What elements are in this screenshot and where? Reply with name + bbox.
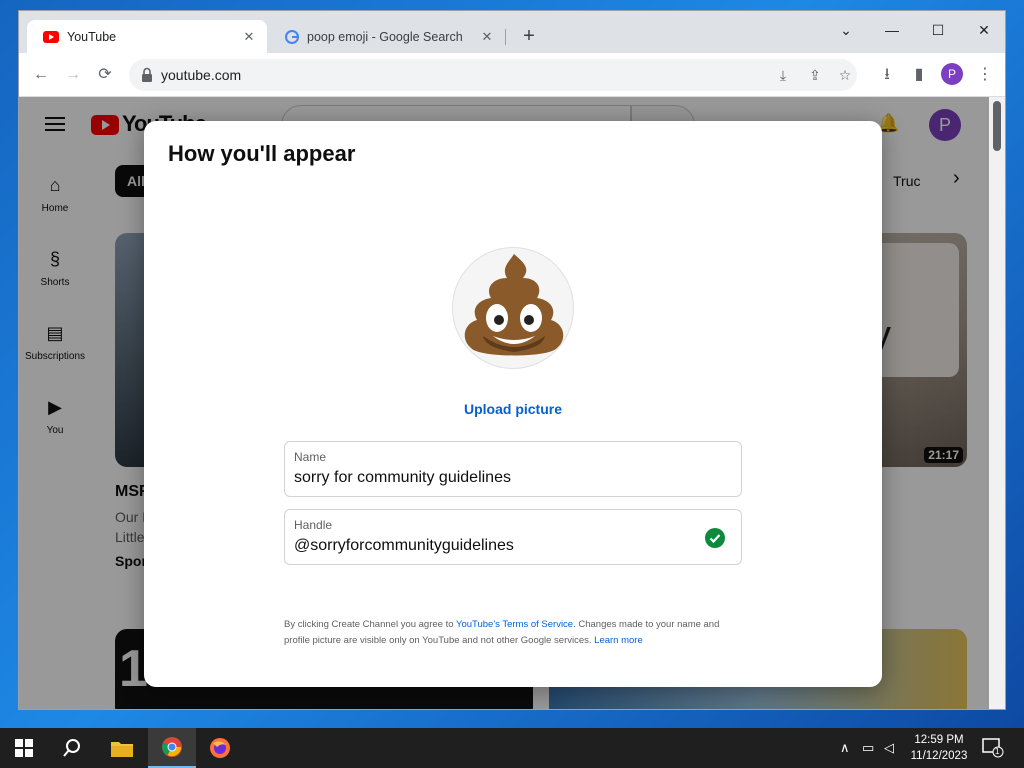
back-arrow-icon[interactable]: ←: [29, 63, 53, 87]
side-panel-icon[interactable]: ▮: [907, 63, 931, 87]
start-button[interactable]: [0, 728, 48, 768]
clock-date: 11/12/2023: [910, 750, 968, 762]
forward-arrow-icon[interactable]: →: [61, 63, 85, 87]
action-center-button[interactable]: 1: [982, 738, 1004, 758]
tab-title: YouTube: [67, 29, 117, 44]
name-field-value: sorry for community guidelines: [294, 469, 511, 486]
tab-google-search[interactable]: poop emoji - Google Search ✕: [269, 20, 505, 53]
create-channel-dialog: How you'll appear Upload picture Name so…: [144, 121, 882, 687]
downloads-icon[interactable]: ⭳: [875, 63, 899, 87]
address-bar[interactable]: youtube.com ⤓ ⇪ ☆: [129, 59, 857, 91]
tab-strip: YouTube ✕ poop emoji - Google Search ✕ +…: [19, 11, 1005, 53]
poop-emoji-avatar-icon: [464, 254, 564, 356]
tab-youtube[interactable]: YouTube ✕: [27, 20, 267, 53]
name-field[interactable]: Name sorry for community guidelines: [284, 441, 742, 497]
address-text: youtube.com: [161, 67, 242, 83]
chevron-up-icon[interactable]: ∧: [840, 740, 850, 756]
page-scrollbar[interactable]: [989, 97, 1005, 709]
tab-close-icon[interactable]: ✕: [241, 29, 257, 45]
maximize-button[interactable]: ☐: [915, 17, 961, 45]
learn-more-link[interactable]: Learn more: [594, 635, 643, 646]
name-field-label: Name: [294, 450, 327, 464]
browser-window: YouTube ✕ poop emoji - Google Search ✕ +…: [18, 10, 1006, 710]
file-explorer-button[interactable]: [98, 728, 146, 768]
volume-muted-icon[interactable]: ◁: [884, 740, 894, 756]
browser-profile-avatar[interactable]: P: [941, 63, 963, 85]
new-tab-button[interactable]: +: [517, 25, 541, 49]
chrome-taskbar-button[interactable]: [148, 728, 196, 768]
network-icon[interactable]: ▭: [862, 740, 874, 756]
scrollbar-thumb[interactable]: [993, 101, 1001, 151]
terms-notice: By clicking Create Channel you agree to …: [284, 619, 720, 646]
notification-count: 1: [995, 747, 1000, 756]
windows-logo-icon: [15, 739, 33, 757]
bookmark-star-icon[interactable]: ☆: [833, 63, 857, 87]
search-button[interactable]: [48, 728, 96, 768]
reload-icon[interactable]: ⟳: [93, 63, 117, 87]
system-clock[interactable]: 12:59 PM 11/12/2023: [904, 732, 974, 764]
install-app-icon[interactable]: ⤓: [771, 63, 795, 87]
lock-icon: [142, 67, 152, 82]
chrome-icon: [162, 737, 182, 757]
tab-search-dropdown-icon[interactable]: ⌄: [823, 17, 869, 45]
check-circle-icon: [705, 528, 725, 548]
youtube-page: YouTube 🔔 P ⌂ Home § Shorts ▤ Subscripti…: [19, 97, 991, 709]
windows-taskbar: ∧ ▭ ◁ 12:59 PM 11/12/2023 1: [0, 728, 1024, 768]
channel-avatar-preview: [452, 247, 574, 369]
handle-field-label: Handle: [294, 518, 333, 532]
upload-picture-link[interactable]: Upload picture: [144, 401, 882, 417]
tab-separator: [505, 29, 506, 45]
clock-time: 12:59 PM: [914, 734, 964, 746]
close-window-button[interactable]: ✕: [961, 17, 1005, 45]
google-favicon-icon: [285, 29, 299, 44]
terms-of-service-link[interactable]: YouTube's Terms of Service: [456, 619, 573, 630]
browser-toolbar: ← → ⟳ youtube.com ⤓ ⇪ ☆ ⭳ ▮ P ⋮: [19, 53, 1005, 97]
tab-title: poop emoji - Google Search: [307, 29, 463, 44]
handle-field-value: @sorryforcommunityguidelines: [294, 537, 514, 554]
handle-field[interactable]: Handle @sorryforcommunityguidelines: [284, 509, 742, 565]
dialog-title: How you'll appear: [168, 141, 356, 166]
search-icon: [63, 739, 80, 757]
youtube-favicon-icon: [43, 30, 59, 43]
browser-menu-icon[interactable]: ⋮: [973, 63, 997, 87]
folder-icon: [111, 742, 133, 757]
firefox-icon: [210, 738, 230, 758]
minimize-button[interactable]: —: [869, 17, 915, 45]
tab-close-icon[interactable]: ✕: [479, 29, 495, 45]
share-icon[interactable]: ⇪: [803, 63, 827, 87]
firefox-taskbar-button[interactable]: [196, 728, 244, 768]
notification-icon: [982, 738, 1004, 758]
